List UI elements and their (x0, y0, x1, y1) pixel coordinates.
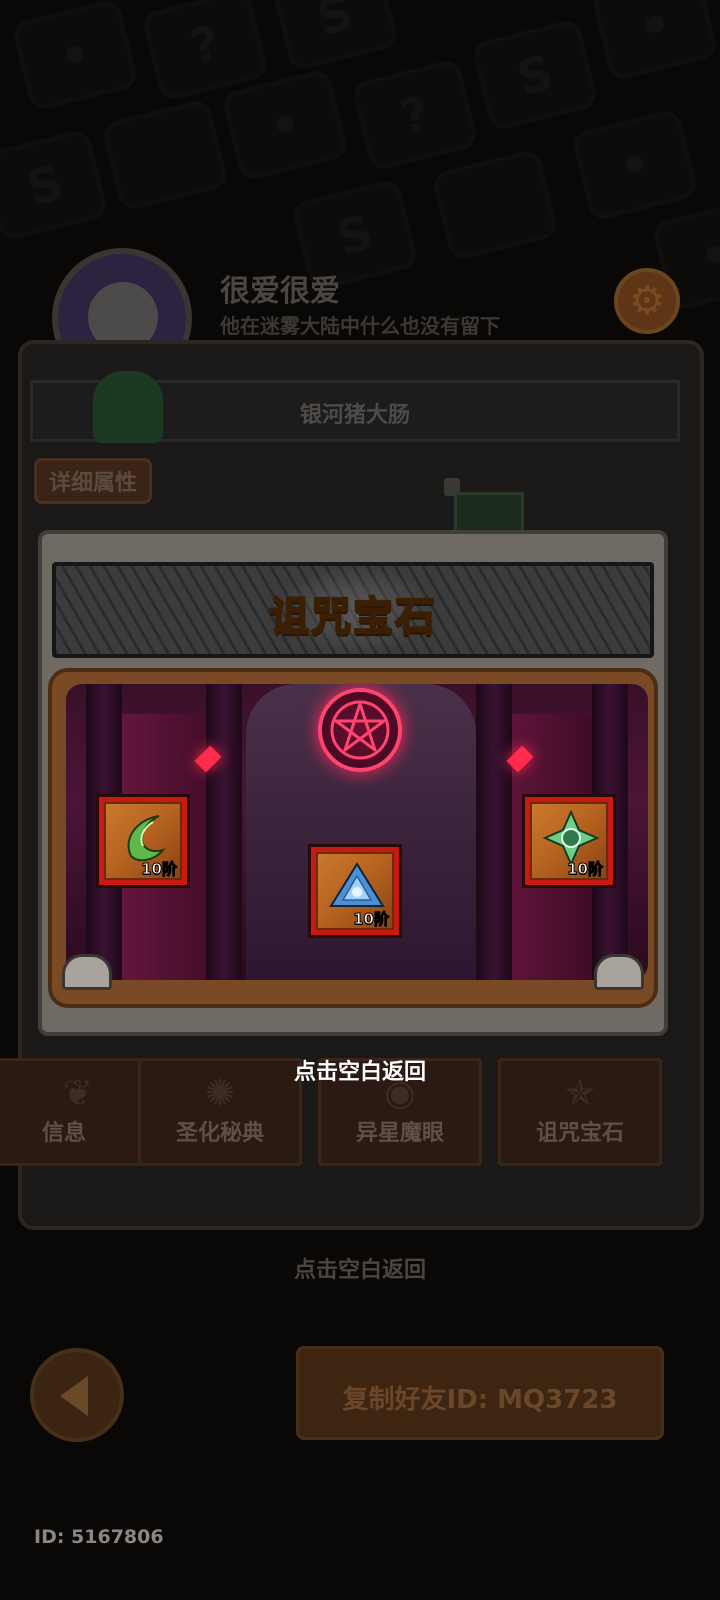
gem-slot-1[interactable]: 10阶 (96, 794, 190, 888)
pentagram-icon (318, 688, 402, 772)
gem-tier-label: 10阶 (141, 860, 178, 879)
frame-ornament (594, 954, 644, 990)
back-arrow-icon (60, 1376, 88, 1416)
detail-attributes-tab[interactable]: 详细属性 (34, 458, 153, 504)
modal-body: 10阶 10阶 10阶 (48, 668, 658, 1008)
gem-tier-label: 10阶 (567, 860, 604, 879)
player-bio: 他在迷雾大陆中什么也没有留下 (220, 314, 500, 338)
frame-ornament (62, 954, 112, 990)
gem-slot-2[interactable]: 10阶 (308, 844, 402, 938)
copy-friend-id-button[interactable]: 复制好友ID: MQ3723 (296, 1346, 664, 1440)
tap-to-return-hint: 点击空白返回 (293, 1258, 426, 1283)
pet-banner-title: 银河猪大肠 (299, 403, 410, 428)
gear-icon: ⚙ (629, 278, 665, 324)
tap-blank-to-return[interactable]: 点击空白返回 (0, 1054, 720, 1086)
pet-banner: 银河猪大肠 (30, 371, 680, 443)
settings-button[interactable]: ⚙ (614, 268, 680, 334)
cursed-gem-modal: 诅咒宝石 10阶 10阶 10阶 (38, 530, 668, 1038)
player-name: 很爱很爱 (220, 274, 340, 309)
modal-header: 诅咒宝石 (52, 562, 654, 658)
gem-tier-label: 10阶 (353, 910, 390, 929)
user-id-label: ID: 5167806 (34, 1526, 164, 1548)
back-button[interactable] (30, 1348, 124, 1442)
gem-slot-3[interactable]: 10阶 (522, 794, 616, 888)
modal-title: 诅咒宝石 (268, 593, 437, 641)
